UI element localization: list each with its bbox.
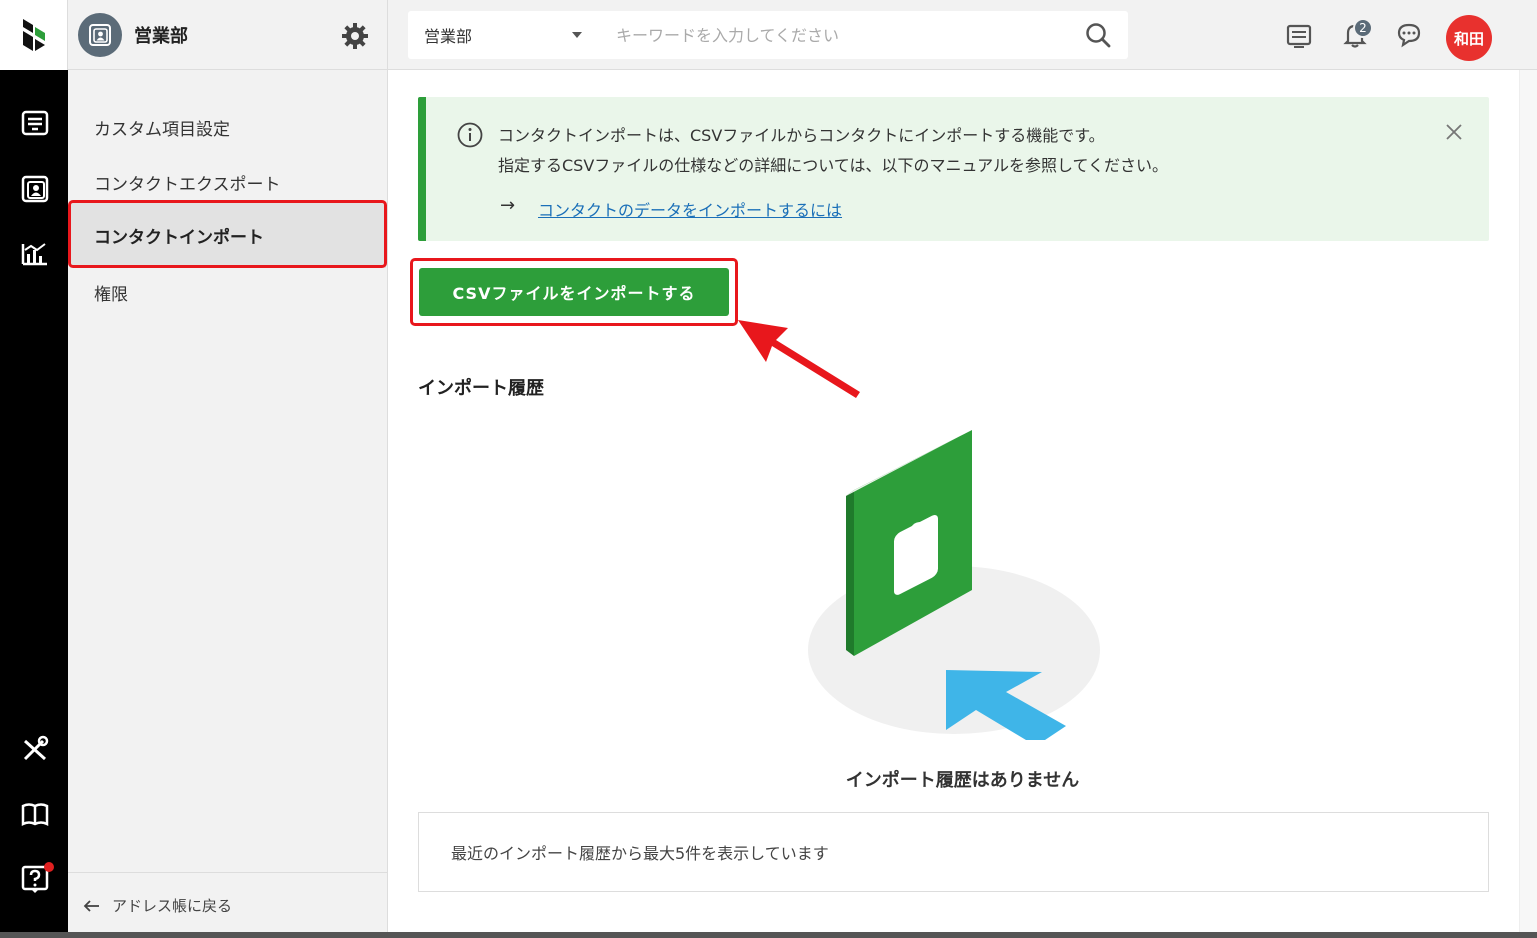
caret-down-icon (572, 32, 582, 38)
rail-contacts-button[interactable] (14, 168, 56, 210)
analytics-icon (21, 243, 47, 266)
window-bottom-edge (0, 932, 1537, 938)
empty-history-text: インポート履歴はありません (845, 770, 1080, 791)
info-icon (457, 122, 483, 148)
info-notice: コンタクトインポートは、CSVファイルからコンタクトにインポートする機能です。 … (418, 97, 1489, 241)
close-icon[interactable] (1445, 123, 1463, 141)
app-logo[interactable] (0, 0, 68, 70)
back-label: アドレス帳に戻る (112, 897, 233, 915)
history-title: インポート履歴 (418, 378, 544, 399)
department-name: 営業部 (134, 26, 188, 47)
help-notification-dot (44, 862, 54, 872)
search-scope-select[interactable]: 営業部 (408, 23, 598, 47)
manual-icon (21, 803, 49, 827)
dashboard-icon (21, 110, 49, 136)
arrow-left-icon (83, 899, 99, 912)
rail-analytics-button[interactable] (14, 233, 56, 275)
department-avatar (78, 13, 122, 57)
red-arrow-annotation (738, 320, 860, 398)
history-footer-note: 最近のインポート履歴から最大5件を表示しています (418, 812, 1489, 892)
import-button-highlight-annotation (410, 258, 738, 326)
search-icon[interactable] (1084, 21, 1112, 49)
chat-icon[interactable] (1394, 20, 1424, 50)
sidebar-highlight-annotation (68, 200, 387, 268)
import-book-illustration (808, 430, 1100, 740)
sidebar-item-permissions[interactable]: 権限 (94, 280, 128, 305)
left-rail (0, 0, 68, 938)
sidebar-item-contact-export[interactable]: コンタクトエクスポート (94, 170, 281, 195)
search-bar: 営業部 (408, 11, 1128, 59)
back-to-address-book-link[interactable]: アドレス帳に戻る (68, 872, 388, 938)
manual-link[interactable]: コンタクトのデータをインポートするには (538, 197, 842, 221)
rail-manual-button[interactable] (14, 793, 56, 835)
user-avatar[interactable]: 和田 (1446, 15, 1492, 61)
rail-dashboard-button[interactable] (14, 102, 56, 144)
sidebar-item-custom-fields[interactable]: カスタム項目設定 (94, 115, 230, 140)
top-bar: 営業部 営業部 2 和田 (68, 0, 1537, 70)
main-content: コンタクトインポートは、CSVファイルからコンタクトにインポートする機能です。 … (388, 70, 1537, 938)
contacts-icon (21, 175, 49, 203)
notice-line-1: コンタクトインポートは、CSVファイルからコンタクトにインポートする機能です。 (498, 126, 1105, 145)
address-book-icon (89, 24, 111, 46)
rail-tools-button[interactable] (14, 728, 56, 770)
notification-badge: 2 (1353, 18, 1373, 38)
logo-icon (22, 19, 45, 51)
search-input[interactable] (598, 15, 1084, 55)
scrollbar[interactable] (1519, 70, 1537, 938)
tools-icon (23, 735, 49, 761)
search-scope-label: 営業部 (424, 27, 473, 46)
notice-line-2: 指定するCSVファイルの仕様などの詳細については、以下のマニュアルを参照してくだ… (498, 156, 1169, 175)
news-icon[interactable] (1284, 20, 1314, 50)
rail-help-button[interactable] (14, 858, 56, 900)
department-header: 営業部 (68, 0, 388, 70)
arrow-right-icon: → (500, 195, 516, 216)
gear-icon[interactable] (341, 22, 369, 50)
